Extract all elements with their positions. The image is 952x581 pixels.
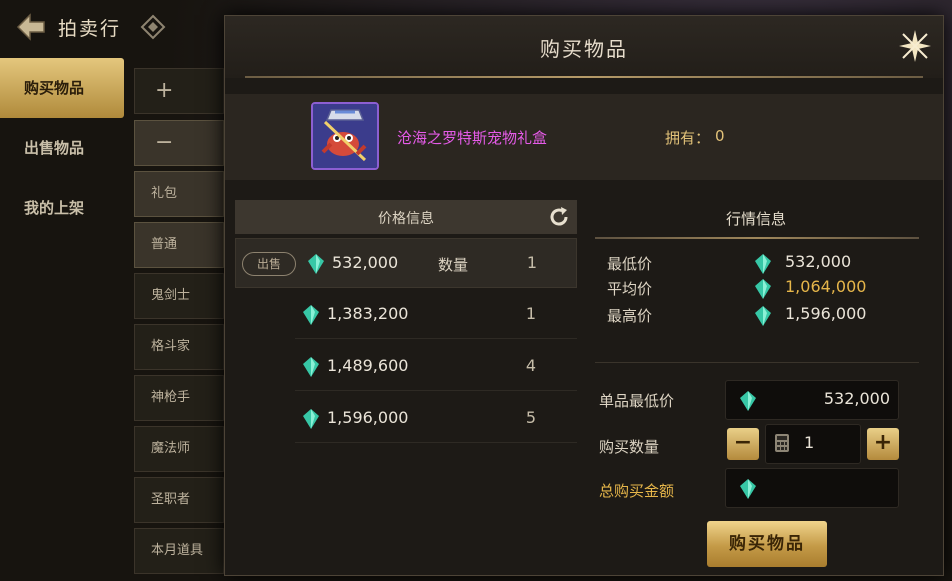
market-divider xyxy=(595,237,919,239)
listing-quantity: 1 xyxy=(525,304,537,323)
dialog-title: 购买物品 xyxy=(540,37,628,61)
category-monthly-items[interactable]: 本月道具 xyxy=(134,528,224,574)
category-mage[interactable]: 魔法师 xyxy=(134,426,224,472)
category-expand[interactable]: + xyxy=(134,68,224,114)
category-gunner[interactable]: 神枪手 xyxy=(134,375,224,421)
max-price-label: 最高价 xyxy=(607,307,653,325)
gem-icon xyxy=(303,305,319,325)
gem-icon xyxy=(303,357,319,377)
diamond-icon xyxy=(140,14,166,40)
increase-quantity-button[interactable]: + xyxy=(867,428,899,460)
gem-icon xyxy=(303,409,319,429)
nav-my-listings[interactable]: 我的上架 xyxy=(0,178,124,238)
pet-giftbox-icon xyxy=(313,104,377,168)
listing-price: 1,383,200 xyxy=(327,304,409,323)
owned-value: 0 xyxy=(715,127,725,145)
quantity-value: 1 xyxy=(804,433,815,452)
listing-quantity: 1 xyxy=(526,253,538,272)
calculator-icon[interactable] xyxy=(774,433,790,453)
listing-row[interactable]: 1,383,200 1 xyxy=(235,289,577,339)
listing-row[interactable]: 1,489,600 4 xyxy=(235,341,577,391)
back-arrow-icon[interactable] xyxy=(14,12,48,42)
total-amount-field xyxy=(725,468,899,508)
min-price-label: 最低价 xyxy=(607,255,653,273)
nav-buy-items[interactable]: 购买物品 xyxy=(0,58,124,118)
avg-price-label: 平均价 xyxy=(607,280,653,298)
quantity-label: 数量 xyxy=(438,256,469,274)
gem-icon xyxy=(740,479,756,499)
header-divider xyxy=(245,76,923,78)
owned-label: 拥有： xyxy=(665,129,711,147)
top-bar: 拍卖行 xyxy=(0,0,230,52)
listing-quantity: 5 xyxy=(525,408,537,427)
category-gift-pack[interactable]: 礼包 xyxy=(134,171,224,217)
side-nav: 购买物品 出售物品 我的上架 xyxy=(0,58,124,238)
form-divider xyxy=(595,362,919,363)
buy-item-dialog: 购买物品 沧海之罗特斯宠物礼盒 拥有： 0 价格信息 出售 532,000 数量… xyxy=(224,15,944,576)
dialog-header: 购买物品 xyxy=(225,16,943,78)
sell-badge: 出售 xyxy=(242,252,296,276)
quantity-input[interactable]: 1 xyxy=(765,424,861,464)
gem-icon xyxy=(308,254,324,274)
total-amount-label: 总购买金额 xyxy=(599,482,675,500)
gem-icon xyxy=(755,279,771,299)
unit-min-price-label: 单品最低价 xyxy=(599,392,675,410)
gem-icon xyxy=(755,254,771,274)
price-info-header: 价格信息 xyxy=(235,200,577,234)
page-title: 拍卖行 xyxy=(58,18,122,40)
nav-sell-items[interactable]: 出售物品 xyxy=(0,118,124,178)
row-divider xyxy=(295,442,577,443)
gem-icon xyxy=(755,306,771,326)
category-collapse[interactable]: − xyxy=(134,120,224,166)
category-slayer[interactable]: 鬼剑士 xyxy=(134,273,224,319)
decrease-quantity-button[interactable]: − xyxy=(727,428,759,460)
unit-min-price-value: 532,000 xyxy=(823,389,890,408)
item-thumbnail xyxy=(311,102,379,170)
max-price-value: 1,596,000 xyxy=(785,304,867,323)
unit-min-price-field: 532,000 xyxy=(725,380,899,420)
listing-row[interactable]: 出售 532,000 数量 1 xyxy=(235,238,577,288)
refresh-icon[interactable] xyxy=(547,205,571,229)
category-fighter[interactable]: 格斗家 xyxy=(134,324,224,370)
row-divider xyxy=(295,338,577,339)
close-icon[interactable] xyxy=(895,26,935,66)
buy-button[interactable]: 购买物品 xyxy=(707,521,827,567)
category-priest[interactable]: 圣职者 xyxy=(134,477,224,523)
listing-price: 1,596,000 xyxy=(327,408,409,427)
avg-price-value: 1,064,000 xyxy=(785,277,867,296)
listing-price: 532,000 xyxy=(332,253,399,272)
min-price-value: 532,000 xyxy=(785,252,852,271)
gem-icon xyxy=(740,391,756,411)
market-info-title: 行情信息 xyxy=(725,210,786,228)
purchase-quantity-label: 购买数量 xyxy=(599,438,660,456)
item-name: 沧海之罗特斯宠物礼盒 xyxy=(397,129,548,147)
listing-quantity: 4 xyxy=(525,356,537,375)
listing-price: 1,489,600 xyxy=(327,356,409,375)
row-divider xyxy=(295,390,577,391)
price-info-title: 价格信息 xyxy=(378,211,434,227)
listing-row[interactable]: 1,596,000 5 xyxy=(235,393,577,443)
category-normal[interactable]: 普通 xyxy=(134,222,224,268)
item-info-bar: 沧海之罗特斯宠物礼盒 拥有： 0 xyxy=(225,94,943,180)
